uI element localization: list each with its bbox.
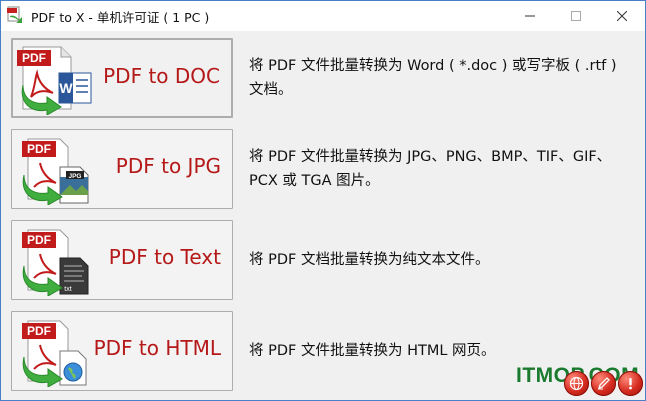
pdf-to-doc-label: PDF to DOC (103, 64, 220, 88)
minimize-button[interactable] (507, 1, 553, 31)
pdf-to-doc-icon: PDF W (17, 46, 92, 115)
converter-row-text: PDF txt PDF to Text 将 PDF 文档批量转换为纯文本文件。 (11, 220, 639, 304)
svg-text:txt: txt (64, 286, 71, 293)
pdf-to-text-description: 将 PDF 文档批量转换为纯文本文件。 (249, 252, 490, 268)
main-content: PDF W PDF to DOC 将 PDF 文件批量转换为 Word ( *.… (1, 31, 645, 400)
pdf-to-jpg-button[interactable]: PDF JPG PDF to JPG (11, 129, 233, 209)
pdf-to-text-label: PDF to Text (108, 245, 221, 269)
pdf-to-jpg-description: 将 PDF 文件批量转换为 JPG、PNG、BMP、TIF、GIF、PCX 或 … (249, 149, 612, 189)
svg-text:W: W (59, 80, 73, 96)
svg-text:PDF: PDF (27, 324, 51, 338)
title-bar[interactable]: PDF to X - 单机许可证 ( 1 PC ) (1, 1, 645, 31)
svg-text:PDF: PDF (27, 233, 51, 247)
register-button[interactable] (591, 371, 616, 396)
pdf-to-html-button[interactable]: PDF PDF to HTML (11, 311, 233, 391)
close-icon (617, 11, 627, 21)
maximize-button[interactable] (553, 1, 599, 31)
pdf-to-text-icon: PDF txt (22, 229, 89, 296)
svg-text:JPG: JPG (68, 173, 81, 180)
converter-row-jpg: PDF JPG PDF to JPG 将 PDF 文件批量转换为 JPG、PNG… (11, 129, 639, 213)
website-button[interactable] (564, 371, 589, 396)
converter-row-doc: PDF W PDF to DOC 将 PDF 文件批量转换为 Word ( *.… (11, 38, 639, 122)
footer-buttons (563, 371, 645, 400)
window-title: PDF to X - 单机许可证 ( 1 PC ) (31, 10, 210, 25)
minimize-icon (525, 15, 535, 17)
pen-icon (597, 377, 610, 390)
close-button[interactable] (599, 1, 645, 31)
pdf-badge: PDF (22, 51, 46, 65)
pdf-to-doc-button[interactable]: PDF W PDF to DOC (11, 38, 233, 118)
app-icon (7, 6, 22, 23)
pdf-to-doc-description: 将 PDF 文件批量转换为 Word ( *.doc ) 或写字板 ( .rtf… (249, 58, 617, 98)
pdf-to-html-icon: PDF (22, 320, 87, 387)
help-icon (629, 378, 632, 390)
help-button[interactable] (618, 371, 643, 396)
app-window: PDF to X - 单机许可证 ( 1 PC ) PDF W PDF to D… (0, 0, 646, 401)
pdf-to-jpg-label: PDF to JPG (115, 154, 221, 178)
pdf-to-text-button[interactable]: PDF txt PDF to Text (11, 220, 233, 300)
maximize-icon (571, 11, 581, 21)
pdf-to-jpg-icon: PDF JPG (22, 138, 89, 205)
svg-text:PDF: PDF (27, 142, 51, 156)
globe-icon (569, 376, 584, 391)
pdf-to-html-label: PDF to HTML (93, 336, 221, 360)
